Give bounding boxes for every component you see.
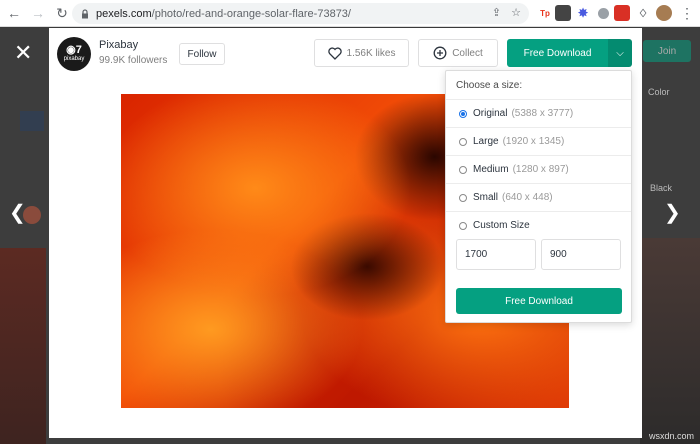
browser-menu-icon[interactable]: ⋮: [680, 5, 694, 22]
extension-red-icon[interactable]: [614, 5, 630, 21]
radio-icon[interactable]: [459, 137, 467, 146]
likes-count: 1.56K likes: [346, 47, 396, 59]
watermark: wsxdn.com: [648, 431, 694, 441]
back-arrow-icon[interactable]: ←: [4, 3, 24, 23]
collect-button[interactable]: Collect: [418, 39, 498, 67]
radio-icon[interactable]: [459, 165, 467, 174]
extension-tp-icon[interactable]: Tp: [537, 5, 553, 21]
size-option-large[interactable]: Large (1920 x 1345): [446, 127, 631, 155]
extension-grid-icon[interactable]: [555, 5, 571, 21]
extensions-puzzle-icon[interactable]: ♢: [635, 5, 651, 21]
chevron-left-icon[interactable]: ❮: [9, 200, 26, 225]
size-option-custom[interactable]: Custom Size: [446, 211, 631, 239]
heart-icon: [327, 46, 342, 60]
custom-width-input[interactable]: 1700: [456, 239, 536, 270]
size-dropdown: Choose a size: Original (5388 x 3777) La…: [445, 70, 632, 323]
radio-icon[interactable]: [459, 193, 467, 202]
size-option-original[interactable]: Original (5388 x 3777): [446, 99, 631, 127]
reload-icon[interactable]: ↻: [52, 3, 72, 23]
download-options-toggle[interactable]: ⌵: [608, 39, 632, 67]
author-name[interactable]: Pixabay: [99, 39, 138, 51]
join-button: Join: [643, 40, 691, 62]
lock-icon: [82, 8, 88, 18]
chevron-down-icon: ⌵: [616, 47, 624, 59]
follow-button[interactable]: Follow: [179, 43, 225, 65]
close-icon[interactable]: ✕: [14, 40, 32, 66]
forward-arrow-icon[interactable]: →: [28, 3, 48, 23]
url-text: pexels.com/photo/red-and-orange-solar-fl…: [96, 7, 351, 20]
author-avatar[interactable]: ◉7 pixabay: [57, 37, 91, 71]
size-option-medium[interactable]: Medium (1280 x 897): [446, 155, 631, 183]
radio-icon[interactable]: [459, 109, 467, 118]
dropdown-free-download-button[interactable]: Free Download: [456, 288, 622, 314]
extension-atom-icon[interactable]: ✸: [575, 5, 591, 21]
free-download-button[interactable]: Free Download: [507, 39, 608, 67]
dropdown-title: Choose a size:: [456, 80, 523, 91]
share-icon[interactable]: ⇪: [492, 6, 501, 19]
plus-circle-icon: [433, 46, 447, 60]
camera-icon: ◉7: [66, 44, 82, 56]
address-bar[interactable]: pexels.com/photo/red-and-orange-solar-fl…: [72, 3, 529, 24]
star-icon[interactable]: ☆: [511, 6, 521, 19]
collect-label: Collect: [452, 47, 483, 59]
radio-icon[interactable]: [459, 221, 467, 230]
browser-toolbar: ← → ↻ pexels.com/photo/red-and-orange-so…: [0, 0, 700, 27]
like-button[interactable]: 1.56K likes: [314, 39, 409, 67]
author-followers: 99.9K followers: [99, 55, 168, 66]
custom-height-input[interactable]: 900: [541, 239, 621, 270]
extension-circle-icon[interactable]: [595, 5, 611, 21]
size-option-small[interactable]: Small (640 x 448): [446, 183, 631, 211]
color-label: Color: [648, 87, 670, 97]
profile-avatar[interactable]: [656, 5, 672, 21]
author-logo-text: pixabay: [63, 56, 85, 62]
black-label: Black: [650, 183, 673, 193]
chevron-right-icon[interactable]: ❯: [664, 200, 681, 225]
